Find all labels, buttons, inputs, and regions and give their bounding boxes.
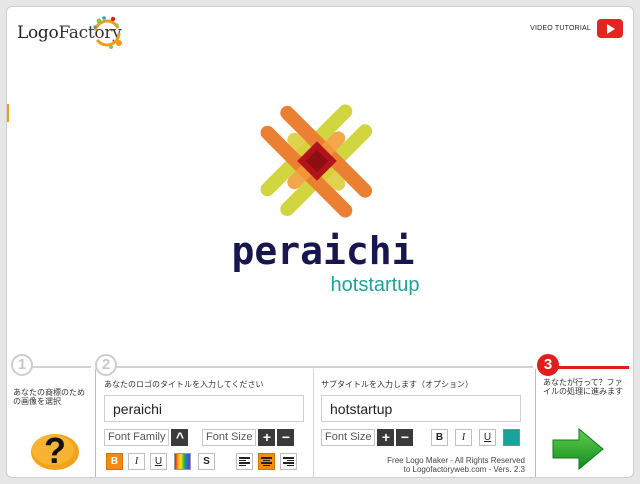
title-input[interactable] <box>104 395 304 422</box>
title-font-size-dropdown[interactable]: Font Size <box>202 429 257 446</box>
title-size-increase-button[interactable]: + <box>258 429 276 446</box>
logo-emblem-icon <box>260 104 373 218</box>
logo-subtitle-text: hotstartup <box>330 274 420 296</box>
play-video-icon[interactable] <box>597 19 623 38</box>
subtitle-italic-button[interactable]: I <box>455 429 472 446</box>
font-family-control: Font Family ^ <box>104 429 189 446</box>
title-font-size-control: Font Size + − <box>202 429 295 446</box>
title-size-decrease-button[interactable]: − <box>277 429 295 446</box>
brand-swirl-icon <box>93 16 122 49</box>
title-italic-button[interactable]: I <box>128 453 145 470</box>
subtitle-color-swatch[interactable] <box>503 429 520 446</box>
upload-image-question-icon[interactable]: ? <box>29 425 81 473</box>
step2-divider <box>113 366 533 368</box>
subtitle-font-size-control: Font Size + − <box>321 429 414 446</box>
step1-label: あなたの商標のための画像を選択 <box>13 388 85 406</box>
subtitle-bold-button[interactable]: B <box>431 429 448 446</box>
app-window: LogoFactory VIDEO TUTORIAL peraichi hots… <box>6 6 634 478</box>
subtitle-underline-button[interactable]: U <box>479 429 496 446</box>
align-center-button[interactable] <box>258 453 275 470</box>
title-color-palette-button[interactable] <box>174 453 191 470</box>
footer-copyright: Free Logo Maker - All Rights Reserved to… <box>345 456 525 474</box>
align-left-button[interactable] <box>236 453 253 470</box>
title-underline-button[interactable]: U <box>150 453 167 470</box>
title-shadow-button[interactable]: S <box>198 453 215 470</box>
step3-divider <box>555 366 629 369</box>
step3-number: 3 <box>537 354 559 376</box>
subtitle-font-size-dropdown[interactable]: Font Size <box>321 429 376 446</box>
footer-line-1: Free Logo Maker - All Rights Reserved <box>387 456 525 465</box>
subtitle-label: サブタイトルを入力します（オプション） <box>321 380 473 389</box>
step1-number: 1 <box>11 354 33 376</box>
next-arrow-icon[interactable] <box>551 427 605 471</box>
step3-label: あなたが行って？ファイルの処理に進みます <box>543 378 623 396</box>
footer-line-2: to Logofactoryweb.com - Vers. 2.3 <box>403 465 525 474</box>
column-separator <box>95 369 96 477</box>
brand-logo[interactable]: LogoFactory <box>15 16 135 53</box>
svg-text:?: ? <box>44 430 66 471</box>
subtitle-input[interactable] <box>321 395 521 422</box>
step2-number: 2 <box>95 354 117 376</box>
column-separator <box>535 369 536 477</box>
font-family-toggle-icon[interactable]: ^ <box>171 429 189 446</box>
logo-title-text: peraichi <box>231 229 415 273</box>
subtitle-size-increase-button[interactable]: + <box>377 429 395 446</box>
step1-divider <box>29 366 91 368</box>
title-label: あなたのロゴのタイトルを入力してください <box>104 380 264 389</box>
title-bold-button[interactable]: B <box>106 453 123 470</box>
video-tutorial-link[interactable]: VIDEO TUTORIAL <box>530 19 623 38</box>
font-family-dropdown[interactable]: Font Family <box>104 429 170 446</box>
column-separator <box>313 369 314 477</box>
logo-preview: peraichi hotstartup <box>7 59 633 355</box>
align-right-button[interactable] <box>280 453 297 470</box>
subtitle-size-decrease-button[interactable]: − <box>396 429 414 446</box>
video-tutorial-label: VIDEO TUTORIAL <box>530 25 591 32</box>
